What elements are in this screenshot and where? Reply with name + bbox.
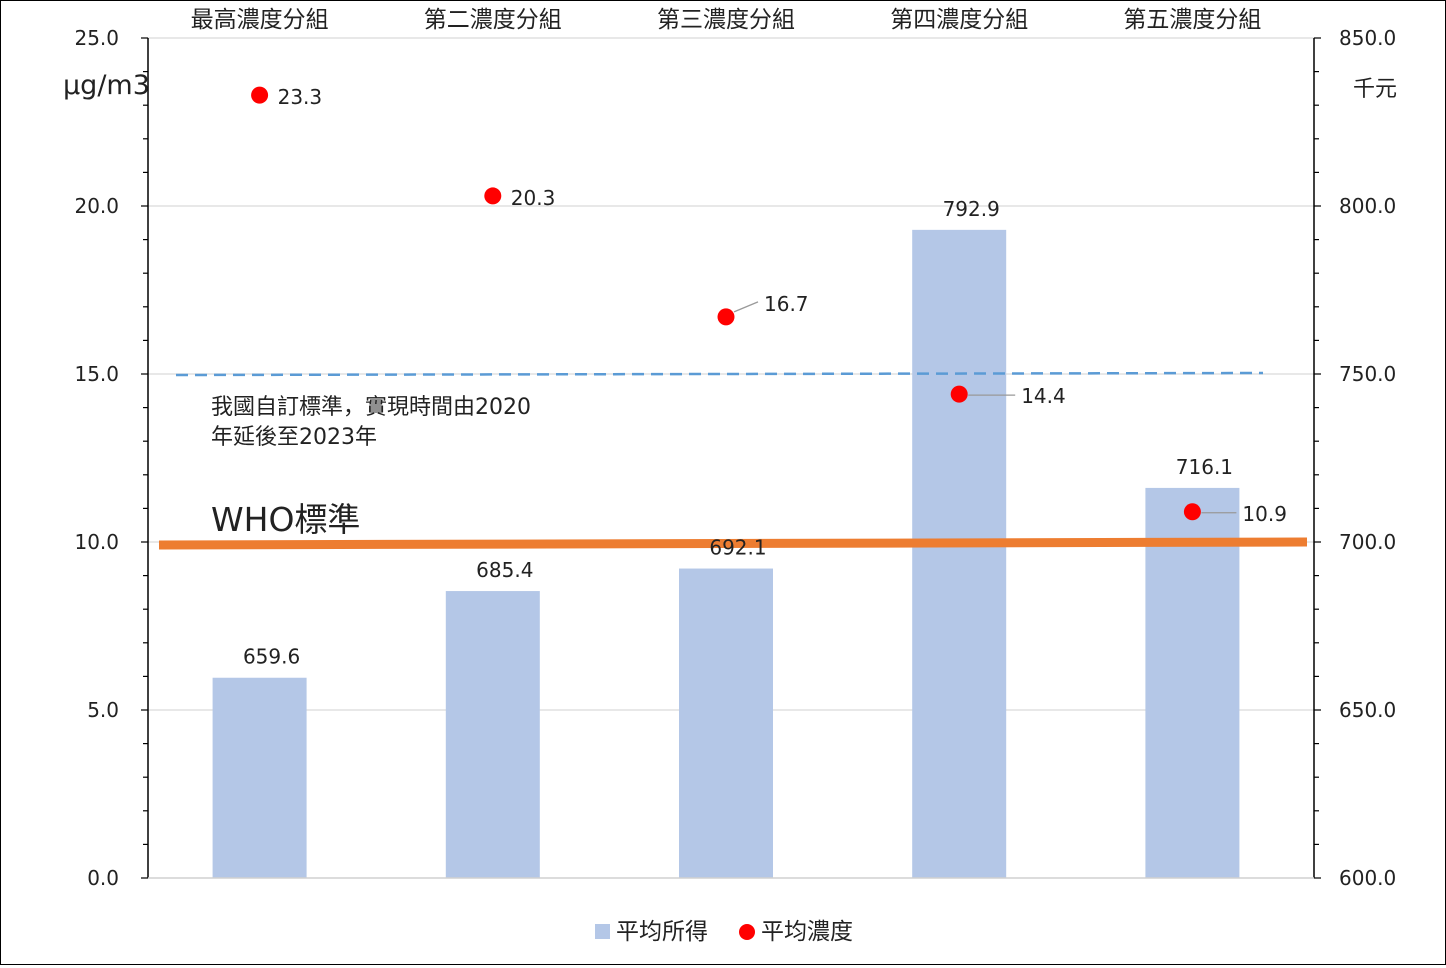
- reference-line-15: [175, 371, 1264, 377]
- data-point: [1183, 503, 1201, 521]
- point-value-label: 14.4: [1021, 384, 1066, 408]
- left-tick-label: 10.0: [74, 530, 119, 554]
- legend-bar-label: 平均所得: [616, 919, 708, 945]
- scatter-series: [251, 86, 1237, 521]
- bar: [912, 229, 1007, 878]
- left-axis-unit: μg/m3: [63, 70, 150, 101]
- left-tick-label: 15.0: [74, 362, 119, 386]
- point-value-label: 23.3: [278, 85, 323, 109]
- bar-value-label: 659.6: [243, 645, 300, 669]
- data-point: [717, 308, 735, 326]
- bar-value-label: 685.4: [476, 558, 533, 582]
- left-tick-label: 5.0: [87, 698, 119, 722]
- bar-value-label: 692.1: [709, 536, 766, 560]
- data-point: [484, 187, 502, 205]
- category-label: 第五濃度分組: [1123, 7, 1261, 33]
- legend-point-swatch: [739, 924, 755, 940]
- right-tick-label: 800.0: [1339, 194, 1396, 218]
- right-axis-unit: 千元: [1353, 77, 1397, 102]
- right-tick-label: 850.0: [1339, 26, 1396, 50]
- bar: [679, 568, 773, 878]
- point-value-label: 20.3: [511, 186, 556, 210]
- category-label: 第三濃度分組: [657, 7, 795, 33]
- legend-point-label: 平均濃度: [761, 919, 853, 945]
- category-label: 第四濃度分組: [890, 7, 1028, 33]
- leader-line: [733, 301, 759, 313]
- left-tick-label: 0.0: [87, 866, 119, 890]
- left-tick-label: 25.0: [74, 26, 119, 50]
- bar-value-label: 716.1: [1176, 455, 1233, 479]
- chart-frame: 我國自訂標準，實現時間由2020 年延後至2023年 WHO標準 0.0 5.0 10.…: [0, 0, 1446, 965]
- right-tick-label: 700.0: [1339, 530, 1396, 554]
- right-tick-label: 650.0: [1339, 698, 1396, 722]
- reference-lines: 我國自訂標準，實現時間由2020 年延後至2023年 WHO標準: [158, 371, 1308, 550]
- bar: [445, 591, 540, 878]
- legend-bar-swatch: [595, 924, 610, 939]
- point-value-label: 10.9: [1242, 502, 1287, 526]
- reference-annotation-line: 我國自訂標準，實現時間由2020: [211, 395, 531, 420]
- right-tick-label: 750.0: [1339, 362, 1396, 386]
- data-point: [251, 86, 269, 104]
- left-tick-label: 20.0: [74, 194, 119, 218]
- bar: [212, 677, 307, 878]
- point-value-label: 16.7: [764, 292, 809, 316]
- combo-chart: 我國自訂標準，實現時間由2020 年延後至2023年 WHO標準 0.0 5.0 10.…: [63, 7, 1397, 945]
- right-tick-label: 600.0: [1339, 866, 1396, 890]
- reference-annotation-line: 年延後至2023年: [211, 425, 377, 450]
- data-point: [950, 385, 968, 403]
- reference-annotation-label: WHO標準: [211, 500, 360, 539]
- category-label: 最高濃度分組: [191, 7, 329, 33]
- category-label: 第二濃度分組: [424, 7, 562, 33]
- legend: 平均所得 平均濃度: [595, 919, 853, 945]
- bar-value-label: 792.9: [943, 197, 1000, 221]
